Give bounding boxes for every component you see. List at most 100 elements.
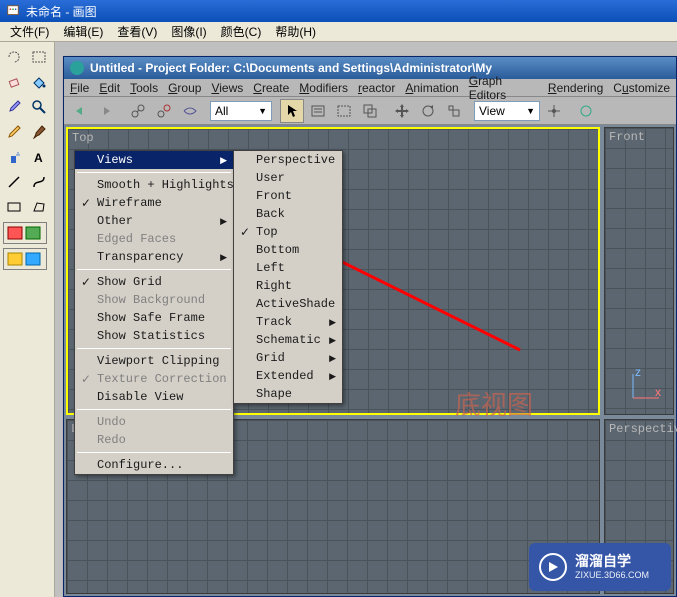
max-menu-animation[interactable]: Animation xyxy=(405,81,458,95)
max-menu-rendering[interactable]: Rendering xyxy=(548,81,603,95)
ref-coord-combo[interactable]: View▼ xyxy=(474,101,540,121)
ctx-item-separator xyxy=(77,409,231,410)
max-menu-graph-editors[interactable]: Graph Editors xyxy=(469,74,538,102)
paint-menu-color[interactable]: 颜色(C) xyxy=(215,21,268,42)
undo-button[interactable] xyxy=(68,99,92,123)
max-menu-edit[interactable]: Edit xyxy=(99,81,120,95)
viewport-context-menu[interactable]: Views▶ Smooth + HighlightsWireframe✓Other… xyxy=(74,150,234,475)
select-move-button[interactable] xyxy=(390,99,414,123)
3dsmax-toolbar: All▼ View▼ xyxy=(64,97,676,125)
rect-select-region-button[interactable] xyxy=(332,99,356,123)
link-button[interactable] xyxy=(126,99,150,123)
rect-select-tool[interactable] xyxy=(28,46,50,68)
3dsmax-title: Untitled - Project Folder: C:\Documents … xyxy=(90,61,492,75)
spray-tool[interactable] xyxy=(3,146,25,168)
paint-menu-view[interactable]: 查看(V) xyxy=(111,21,163,42)
views-item-shape[interactable]: Shape xyxy=(234,385,342,403)
svg-text:z: z xyxy=(635,366,641,379)
ctx-item-transparency[interactable]: Transparency▶ xyxy=(75,248,233,266)
ctx-item-other[interactable]: Other▶ xyxy=(75,212,233,230)
window-crossing-button[interactable] xyxy=(358,99,382,123)
views-item-right[interactable]: Right xyxy=(234,277,342,295)
pencil-tool[interactable] xyxy=(3,121,25,143)
ctx-item-viewport-clipping[interactable]: Viewport Clipping xyxy=(75,352,233,370)
text-tool[interactable]: A xyxy=(28,146,50,168)
max-menu-file[interactable]: File xyxy=(70,81,89,95)
line-tool[interactable] xyxy=(3,171,25,193)
max-menu-views[interactable]: Views xyxy=(211,81,243,95)
eraser-tool[interactable] xyxy=(3,71,25,93)
ctx-item-wireframe[interactable]: Wireframe✓ xyxy=(75,194,233,212)
views-item-schematic[interactable]: Schematic▶ xyxy=(234,331,342,349)
ctx-item-show-statistics[interactable]: Show Statistics xyxy=(75,327,233,345)
use-pivot-center-button[interactable] xyxy=(542,99,566,123)
ctx-item-separator xyxy=(77,269,231,270)
views-item-user[interactable]: User xyxy=(234,169,342,187)
views-item-left[interactable]: Left xyxy=(234,259,342,277)
select-object-button[interactable] xyxy=(280,99,304,123)
tool-preview-1 xyxy=(3,222,47,244)
svg-text:x: x xyxy=(655,385,661,399)
views-item-back[interactable]: Back xyxy=(234,205,342,223)
paint-title: 未命名 - 画图 xyxy=(26,3,97,20)
select-rotate-button[interactable] xyxy=(416,99,440,123)
watermark-badge: 溜溜自学ZIXUE.3D66.COM xyxy=(529,543,671,591)
views-item-activeshade[interactable]: ActiveShade xyxy=(234,295,342,313)
views-item-track[interactable]: Track▶ xyxy=(234,313,342,331)
polygon-tool[interactable] xyxy=(28,196,50,218)
ctx-item-undo: Undo xyxy=(75,413,233,431)
ctx-item-separator xyxy=(77,348,231,349)
paint-menu-image[interactable]: 图像(I) xyxy=(165,21,212,42)
play-icon xyxy=(539,553,567,581)
freeform-select-tool[interactable] xyxy=(3,46,25,68)
select-scale-button[interactable] xyxy=(442,99,466,123)
axis-gizmo-icon: zx xyxy=(625,366,665,406)
max-menu-customize[interactable]: Customize xyxy=(613,81,670,95)
ctx-item-separator xyxy=(77,172,231,173)
select-manipulate-button[interactable] xyxy=(574,99,598,123)
viewport-front[interactable]: Front zx xyxy=(604,127,674,415)
paint-menu-edit[interactable]: 编辑(E) xyxy=(57,21,109,42)
max-menu-create[interactable]: Create xyxy=(253,81,289,95)
bind-space-warp-button[interactable] xyxy=(178,99,202,123)
views-item-grid[interactable]: Grid▶ xyxy=(234,349,342,367)
paint-titlebar: 未命名 - 画图 xyxy=(0,0,677,22)
eyedropper-tool[interactable] xyxy=(3,96,25,118)
3dsmax-app-icon xyxy=(70,61,84,75)
ctx-item-show-grid[interactable]: Show Grid✓ xyxy=(75,273,233,291)
ctx-item-disable-view[interactable]: Disable View xyxy=(75,388,233,406)
views-submenu[interactable]: PerspectiveUserFrontBackTop✓BottomLeftRi… xyxy=(233,150,343,404)
views-item-perspective[interactable]: Perspective xyxy=(234,151,342,169)
3dsmax-titlebar: Untitled - Project Folder: C:\Documents … xyxy=(64,57,676,79)
paint-app-icon xyxy=(6,4,20,18)
unlink-button[interactable] xyxy=(152,99,176,123)
select-by-name-button[interactable] xyxy=(306,99,330,123)
max-menu-reactor[interactable]: reactor xyxy=(358,81,395,95)
watermark-text: 底视图 xyxy=(455,385,533,422)
ctx-item-views[interactable]: Views▶ xyxy=(75,151,233,169)
views-item-top[interactable]: Top✓ xyxy=(234,223,342,241)
curve-tool[interactable] xyxy=(28,171,50,193)
max-menu-group[interactable]: Group xyxy=(168,81,201,95)
rectangle-tool[interactable] xyxy=(3,196,25,218)
max-menu-modifiers[interactable]: Modifiers xyxy=(299,81,348,95)
max-menu-tools[interactable]: Tools xyxy=(130,81,158,95)
ctx-item-show-safe-frame[interactable]: Show Safe Frame xyxy=(75,309,233,327)
selection-filter-combo[interactable]: All▼ xyxy=(210,101,272,121)
svg-text:A: A xyxy=(34,151,43,165)
views-item-bottom[interactable]: Bottom xyxy=(234,241,342,259)
redo-button[interactable] xyxy=(94,99,118,123)
paint-menu-file[interactable]: 文件(F) xyxy=(4,21,55,42)
fill-tool[interactable] xyxy=(28,71,50,93)
magnify-tool[interactable] xyxy=(28,96,50,118)
views-item-front[interactable]: Front xyxy=(234,187,342,205)
paint-toolbox: A xyxy=(0,42,55,597)
paint-menu-help[interactable]: 帮助(H) xyxy=(269,21,322,42)
paint-menubar[interactable]: 文件(F) 编辑(E) 查看(V) 图像(I) 颜色(C) 帮助(H) xyxy=(0,22,677,42)
ctx-item-configure-[interactable]: Configure... xyxy=(75,456,233,474)
brush-tool[interactable] xyxy=(28,121,50,143)
viewport-top-label: Top xyxy=(72,131,94,145)
3dsmax-menubar[interactable]: File Edit Tools Group Views Create Modifiers re… xyxy=(64,79,676,97)
views-item-extended[interactable]: Extended▶ xyxy=(234,367,342,385)
ctx-item-smooth-highlights[interactable]: Smooth + Highlights xyxy=(75,176,233,194)
